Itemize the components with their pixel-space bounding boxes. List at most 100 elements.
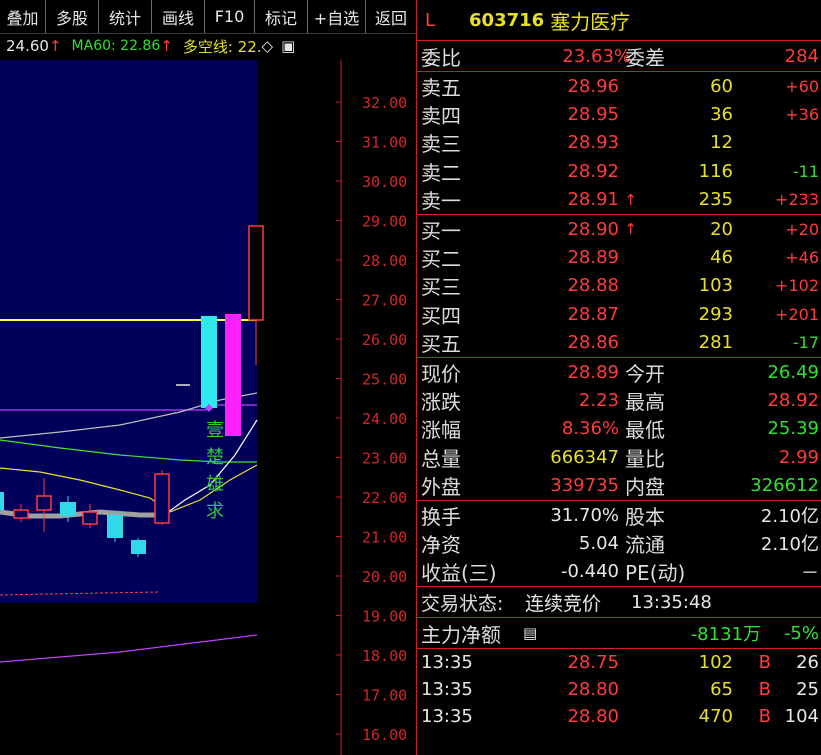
wei-cha-value: 284: [784, 45, 819, 67]
stat-label: 总量: [421, 446, 461, 471]
multi-stock-button[interactable]: 多股: [46, 0, 99, 33]
bid-row[interactable]: 买一 28.90 ↑ 20 +20: [417, 215, 821, 243]
tick-row[interactable]: 13:35 28.80 65 B 25: [417, 676, 821, 703]
annotation-char: 求: [206, 501, 224, 522]
stat-row: 总量 666347 量比 2.99: [417, 443, 821, 471]
ma-partial-value: 24.60: [6, 37, 49, 55]
bid-row[interactable]: 买四 28.87 293 +201: [417, 300, 821, 328]
tick-volume: 470: [698, 706, 733, 728]
ask-price: 28.93: [567, 132, 619, 154]
trade-status-label: 交易状态:: [421, 592, 504, 615]
fund-value: －: [801, 562, 819, 584]
diamond-icon[interactable]: ◇: [262, 37, 274, 55]
price-stats: 现价 28.89 今开 26.49 涨跌 2.23 最高 28.92 涨幅 8.36% 最低 25.3…: [417, 356, 821, 500]
up-arrow-icon: ↑: [624, 220, 637, 239]
fund-label: 换手: [421, 504, 461, 529]
bid-row[interactable]: 买五 28.86 281 -17: [417, 329, 821, 357]
ask-row[interactable]: 卖一 28.91 ↑ 235 +233: [417, 186, 821, 214]
tick-price: 28.80: [567, 706, 619, 728]
fund-value: 2.10亿: [760, 506, 819, 528]
tick-price: 28.80: [567, 679, 619, 701]
candle-10: [201, 316, 217, 408]
ask-row[interactable]: 卖四 28.95 36 +36: [417, 100, 821, 128]
axis-tick-label: 17.00: [362, 687, 407, 705]
fund-label: PE(动): [625, 561, 686, 586]
stat-label: 外盘: [421, 475, 461, 500]
axis-tick-label: 31.00: [362, 134, 407, 152]
axis-tick-label: 22.00: [362, 489, 407, 507]
main-flow-amount: -8131万: [690, 624, 761, 646]
wei-cha-label: 委差: [625, 45, 665, 70]
kline-chart[interactable]: 32.00 31.00 30.00 29.00 28.00 27.00 26.00 25.00…: [0, 60, 416, 755]
candle-1: [0, 492, 4, 510]
axis-tick-label: 26.00: [362, 331, 407, 349]
fund-label: 股本: [625, 504, 665, 529]
statistics-button[interactable]: 统计: [99, 0, 152, 33]
bid-volume: 46: [710, 247, 733, 269]
up-arrow-icon: ↑: [48, 37, 62, 55]
axis-tick-label: 29.00: [362, 213, 407, 231]
tick-side: B: [758, 652, 771, 674]
add-favorite-button[interactable]: +自选: [308, 0, 366, 33]
fund-row: 收益(三) -0.440 PE(动) －: [417, 558, 821, 586]
ask-row[interactable]: 卖二 28.92 116 -11: [417, 157, 821, 185]
ask-row[interactable]: 卖三 28.93 12: [417, 129, 821, 157]
stat-label: 涨幅: [421, 418, 461, 443]
annotation-char: 壹: [206, 420, 224, 441]
annotation-char: 楚: [206, 447, 224, 468]
stat-value: 28.89: [567, 361, 619, 383]
axis-tick-label: 27.00: [362, 292, 407, 310]
ask-change: +36: [785, 105, 819, 125]
axis-tick-label: 28.00: [362, 252, 407, 270]
bid-volume: 103: [698, 275, 733, 297]
candle-11: [225, 314, 241, 436]
back-button[interactable]: 返回: [366, 0, 416, 33]
main-flow-label: 主力净额: [421, 622, 501, 647]
main-flow-percent: -5%: [783, 622, 819, 644]
tick-list[interactable]: 13:35 28.75 102 B 26 13:35 28.80 65 B 25 13:35 28.8…: [417, 648, 821, 730]
tick-volume: 102: [698, 652, 733, 674]
main-flow-row[interactable]: 主力净额 ▤ -8131万 -5%: [417, 617, 821, 648]
bid-row[interactable]: 买二 28.89 46 +46: [417, 243, 821, 271]
tick-side: B: [758, 706, 771, 728]
bid-volume: 293: [698, 303, 733, 325]
mark-button[interactable]: 标记: [255, 0, 308, 33]
fund-row: 净资 5.04 流通 2.10亿: [417, 529, 821, 557]
fund-label: 流通: [625, 532, 665, 557]
market-flag: L: [425, 9, 436, 31]
candle-8: [154, 473, 170, 524]
fundamentals: 换手 31.70% 股本 2.10亿 净资 5.04 流通 2.10亿 收益(三) -0.440 P…: [417, 499, 821, 586]
candle-7: [131, 540, 146, 554]
axis-tick-label: 18.00: [362, 647, 407, 665]
tick-row[interactable]: 13:35 28.75 102 B 26: [417, 649, 821, 676]
duokong-value: 多空线: 22.: [182, 37, 262, 56]
ask-volume: 235: [698, 189, 733, 211]
ask-price: 28.92: [567, 160, 619, 182]
ask-row[interactable]: 卖五 28.96 60 +60: [417, 72, 821, 100]
list-icon[interactable]: ▤: [523, 624, 537, 642]
tick-count: 104: [784, 706, 819, 728]
candle-6: [107, 515, 123, 538]
draw-line-button[interactable]: 画线: [152, 0, 205, 33]
bid-change: +46: [785, 248, 819, 268]
tick-price: 28.75: [567, 652, 619, 674]
bid-label: 买二: [421, 247, 461, 272]
overlay-button[interactable]: 叠加: [0, 0, 46, 33]
candle-3: [36, 495, 52, 511]
stat-label: 今开: [625, 361, 665, 386]
stat-label: 量比: [625, 446, 665, 471]
stat-value: 2.23: [578, 389, 619, 411]
tick-time: 13:35: [421, 652, 473, 674]
stat-row: 涨跌 2.23 最高 28.92: [417, 386, 821, 414]
window-toggle-icon[interactable]: ▣: [281, 37, 295, 55]
tick-row[interactable]: 13:35 28.80 470 B 104: [417, 703, 821, 730]
bid-row[interactable]: 买三 28.88 103 +102: [417, 272, 821, 300]
trade-status-row: 交易状态: 连续竞价 13:35:48: [417, 586, 821, 617]
ask-change: +60: [785, 76, 819, 96]
stat-label: 现价: [421, 361, 461, 386]
stock-name: 塞力医疗: [550, 9, 631, 34]
ask-volume: 36: [710, 104, 733, 126]
bid-label: 买一: [421, 218, 461, 243]
f10-button[interactable]: F10: [205, 0, 255, 33]
wei-bi-label: 委比: [421, 45, 461, 70]
